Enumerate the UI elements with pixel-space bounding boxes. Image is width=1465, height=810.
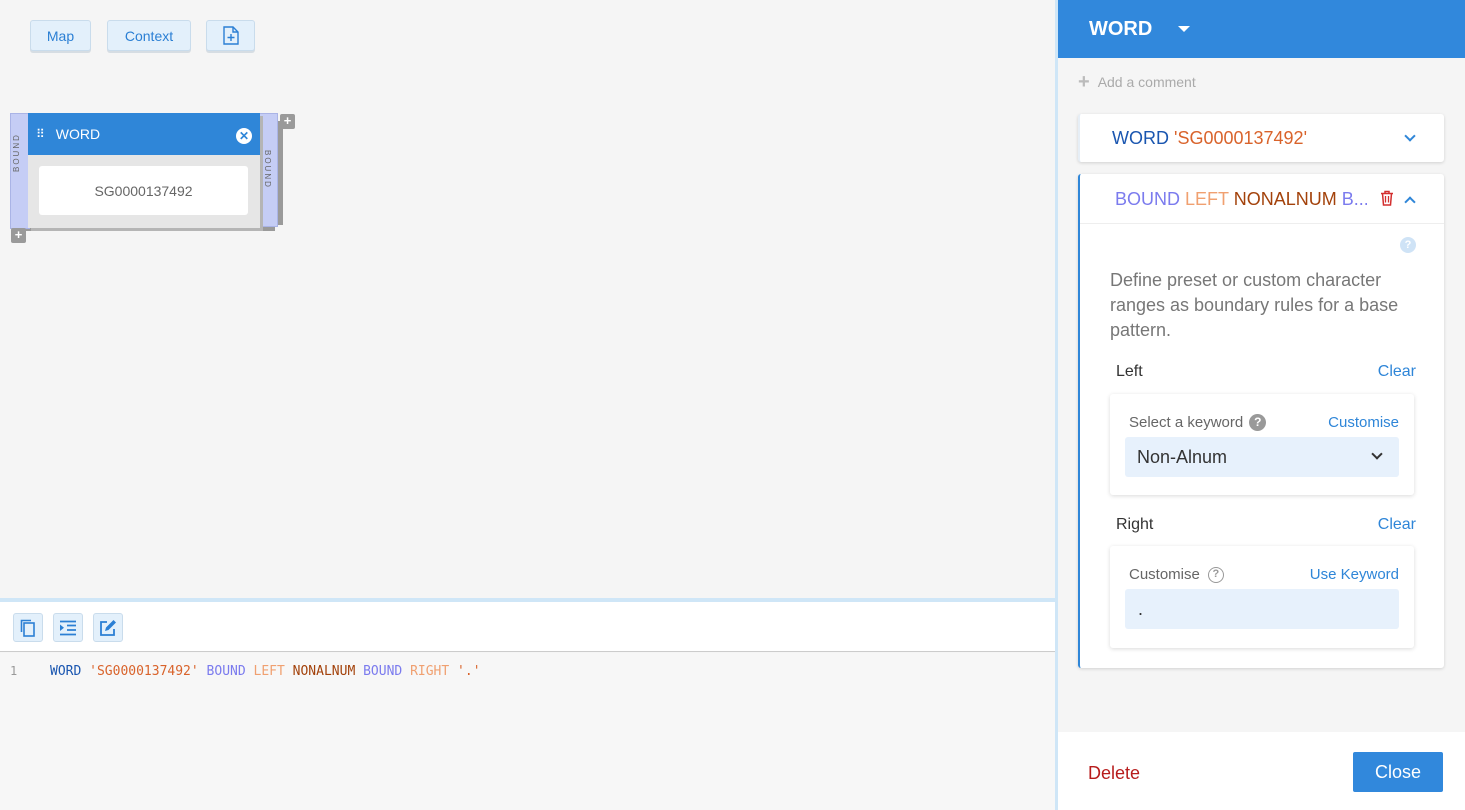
keyword-select[interactable]: Non-Alnum: [1125, 437, 1399, 477]
token-dot: '.': [457, 664, 481, 679]
token-bound: BOUND: [206, 664, 246, 679]
close-icon[interactable]: ✕: [236, 128, 252, 144]
bound-card-title: BOUND LEFT NONALNUM B...: [1115, 189, 1367, 210]
bound-card-header[interactable]: BOUND LEFT NONALNUM B...: [1080, 174, 1444, 224]
left-keyword-card: Select a keyword ? Customise Non-Alnum: [1110, 394, 1414, 495]
help-icon[interactable]: ?: [1400, 237, 1416, 253]
custom-range-input[interactable]: .: [1125, 589, 1399, 629]
add-right-icon[interactable]: +: [280, 114, 295, 129]
bound-right-label: BOUND: [263, 150, 272, 189]
trash-icon[interactable]: [1380, 190, 1394, 206]
word-block-value[interactable]: SG0000137492: [39, 166, 248, 215]
left-clear-button[interactable]: Clear: [1378, 363, 1416, 381]
token-nonalnum: NONALNUM: [292, 664, 356, 679]
word-card[interactable]: WORD 'SG0000137492': [1078, 114, 1444, 162]
code-line[interactable]: WORD 'SG0000137492' BOUND LEFT NONALNUM …: [50, 664, 481, 679]
help-icon[interactable]: ?: [1249, 414, 1267, 431]
right-section-label: Right: [1116, 516, 1154, 533]
edit-button[interactable]: [93, 613, 123, 642]
token-word: WORD: [50, 664, 82, 679]
token-bound: BOUND: [363, 664, 403, 679]
help-outline-icon[interactable]: ?: [1207, 566, 1224, 583]
file-plus-icon: [222, 26, 239, 45]
delete-button[interactable]: Delete: [1088, 763, 1140, 784]
editor-toolbar: [0, 602, 1056, 652]
edit-icon: [100, 619, 116, 636]
new-file-button[interactable]: [206, 20, 255, 51]
select-keyword-label: Select a keyword ?: [1129, 414, 1267, 431]
word-card-value: 'SG0000137492': [1174, 128, 1308, 148]
caret-down-icon[interactable]: [1178, 26, 1191, 32]
add-comment-label: Add a comment: [1097, 74, 1196, 90]
bound-description: Define preset or custom character ranges…: [1110, 270, 1399, 340]
right-custom-card: Customise ? Use Keyword .: [1110, 546, 1414, 648]
panel-header[interactable]: WORD: [1058, 0, 1465, 58]
word-card-keyword: WORD: [1112, 128, 1169, 148]
word-block[interactable]: ⠿ WORD ✕ SG0000137492: [28, 113, 260, 228]
bound-card: BOUND LEFT NONALNUM B... ? Define preset…: [1078, 174, 1444, 668]
add-below-icon[interactable]: +: [11, 228, 26, 243]
canvas-area[interactable]: Map Context BOUND BOUND + + ⠿ WORD ✕ SG0…: [0, 0, 1056, 598]
plus-icon: +: [1078, 71, 1090, 93]
indent-button[interactable]: [53, 613, 83, 642]
use-keyword-link[interactable]: Use Keyword: [1310, 566, 1399, 583]
line-number: 1: [10, 664, 18, 678]
code-editor[interactable]: 1 WORD 'SG0000137492' BOUND LEFT NONALNU…: [0, 653, 1056, 810]
drag-handle-icon[interactable]: ⠿: [36, 128, 45, 140]
right-clear-button[interactable]: Clear: [1378, 516, 1416, 534]
chevron-up-icon[interactable]: [1404, 196, 1416, 208]
bound-card-bound: BOUND: [1115, 189, 1181, 209]
chevron-down-icon[interactable]: [1404, 130, 1416, 142]
customise-label: Customise ?: [1129, 566, 1224, 583]
chevron-down-icon: [1371, 448, 1383, 460]
bound-card-more: B...: [1341, 189, 1367, 209]
indent-icon: [60, 620, 76, 635]
token-right: RIGHT: [410, 664, 450, 679]
customise-link[interactable]: Customise: [1328, 414, 1399, 431]
copy-icon: [20, 619, 35, 637]
select-keyword-text: Select a keyword: [1129, 414, 1244, 431]
panel-title: WORD: [1089, 17, 1153, 40]
bound-card-nonalnum: NONALNUM: [1233, 189, 1337, 209]
customise-text: Customise: [1129, 566, 1200, 583]
add-comment-button[interactable]: + Add a comment: [1078, 71, 1196, 93]
bound-card-left: LEFT: [1185, 189, 1229, 209]
bound-left-label: BOUND: [12, 133, 21, 172]
token-left: LEFT: [253, 664, 285, 679]
word-card-title: WORD 'SG0000137492': [1112, 128, 1307, 149]
token-string: 'SG0000137492': [89, 664, 199, 679]
map-button[interactable]: Map: [30, 20, 91, 51]
context-button[interactable]: Context: [107, 20, 191, 51]
close-button[interactable]: Close: [1353, 752, 1443, 792]
copy-button[interactable]: [13, 613, 43, 642]
word-block-header[interactable]: ⠿ WORD ✕: [28, 113, 260, 155]
panel-footer: Delete Close: [1058, 732, 1465, 810]
properties-panel: WORD + Add a comment WORD 'SG0000137492'…: [1058, 0, 1465, 810]
left-section-label: Left: [1116, 363, 1143, 380]
word-block-title: WORD: [55, 126, 101, 142]
keyword-select-value: Non-Alnum: [1137, 446, 1228, 467]
